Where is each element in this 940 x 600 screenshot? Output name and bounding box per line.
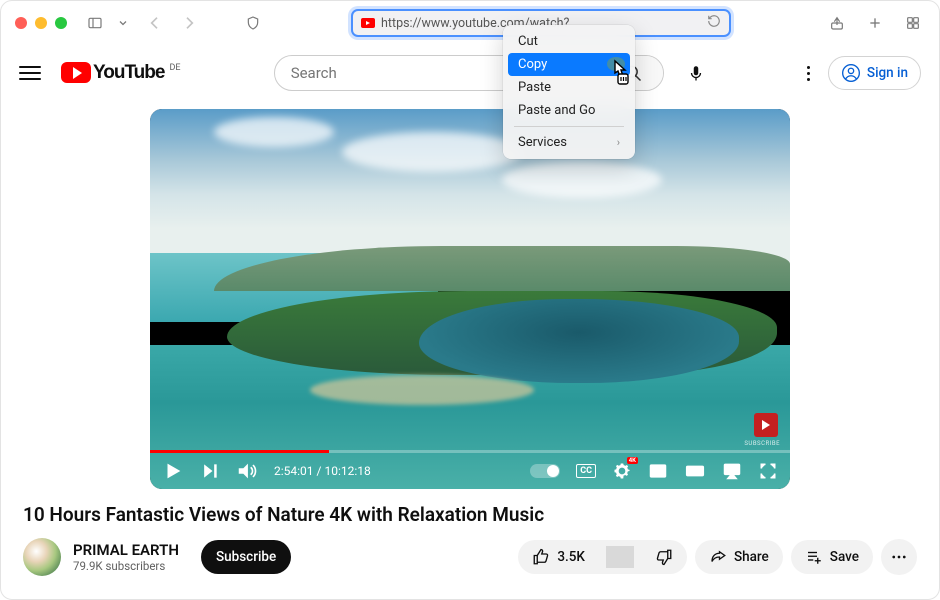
subscribe-button[interactable]: Subscribe <box>201 540 291 574</box>
youtube-settings-menu-button[interactable] <box>807 66 810 81</box>
youtube-header: YouTube DE Sign in <box>1 45 939 101</box>
window-controls <box>15 17 67 29</box>
video-title: 10 Hours Fantastic Views of Nature 4K wi… <box>23 503 917 526</box>
next-button[interactable] <box>200 461 220 481</box>
context-menu: Cut Copy Paste Paste and Go Services› <box>503 25 635 159</box>
thumbs-up-icon <box>532 548 550 566</box>
minimize-window-button[interactable] <box>35 17 47 29</box>
channel-watermark-icon[interactable] <box>754 413 778 437</box>
chevron-right-icon: › <box>617 136 620 149</box>
video-info-section: 10 Hours Fantastic Views of Nature 4K wi… <box>1 489 939 590</box>
user-icon <box>841 63 861 83</box>
share-icon <box>709 548 727 566</box>
more-horizontal-icon <box>890 548 908 566</box>
context-menu-copy[interactable]: Copy <box>508 53 630 76</box>
channel-watermark-label: SUBSCRIBE <box>744 440 780 447</box>
next-icon <box>200 461 220 481</box>
save-video-button[interactable]: Save <box>791 540 873 574</box>
video-player[interactable]: SUBSCRIBE 2:54:01 / 10:12:18 CC 4K <box>150 109 790 489</box>
quality-badge: 4K <box>627 457 638 464</box>
play-icon <box>162 460 184 482</box>
like-button[interactable]: 3.5K <box>518 540 599 574</box>
settings-button[interactable]: 4K <box>612 461 632 481</box>
time-display: 2:54:01 / 10:12:18 <box>274 464 371 478</box>
like-dislike-group: 3.5K <box>518 540 687 574</box>
theater-mode-button[interactable] <box>684 460 706 482</box>
privacy-shield-icon[interactable] <box>241 11 265 35</box>
video-thumbnail <box>150 109 790 489</box>
miniplayer-icon <box>648 461 668 481</box>
back-button[interactable] <box>143 11 167 35</box>
volume-icon <box>236 460 258 482</box>
player-controls: 2:54:01 / 10:12:18 CC 4K <box>150 453 790 489</box>
autoplay-toggle[interactable] <box>530 464 560 478</box>
youtube-region-label: DE <box>169 63 180 73</box>
video-meta-row: PRIMAL EARTH 79.9K subscribers Subscribe… <box>23 538 917 576</box>
tab-dropdown-button[interactable] <box>117 11 129 35</box>
channel-subscriber-count: 79.9K subscribers <box>73 559 179 573</box>
close-window-button[interactable] <box>15 17 27 29</box>
youtube-logo-text: YouTube <box>93 62 164 84</box>
fullscreen-button[interactable] <box>758 461 778 481</box>
share-button[interactable] <box>825 11 849 35</box>
airplay-button[interactable] <box>722 461 742 481</box>
youtube-logo-icon <box>61 62 91 83</box>
reload-button[interactable] <box>707 14 721 32</box>
gear-icon <box>612 461 632 481</box>
new-tab-button[interactable] <box>863 11 887 35</box>
share-video-button[interactable]: Share <box>695 540 783 574</box>
theater-icon <box>684 460 706 482</box>
more-actions-button[interactable] <box>881 539 917 575</box>
context-menu-separator <box>514 126 624 127</box>
youtube-logo[interactable]: YouTube DE <box>61 62 180 84</box>
hamburger-menu-button[interactable] <box>19 62 41 84</box>
context-menu-cut[interactable]: Cut <box>508 30 630 53</box>
save-icon <box>805 548 823 566</box>
channel-avatar[interactable] <box>23 538 61 576</box>
captions-button[interactable]: CC <box>576 464 596 478</box>
voice-search-button[interactable] <box>678 55 714 91</box>
context-menu-paste-and-go[interactable]: Paste and Go <box>508 99 630 122</box>
site-favicon-icon <box>361 18 375 28</box>
miniplayer-button[interactable] <box>648 461 668 481</box>
context-menu-paste[interactable]: Paste <box>508 76 630 99</box>
sidebar-toggle-button[interactable] <box>83 11 107 35</box>
thumbs-down-icon <box>655 548 673 566</box>
zoom-window-button[interactable] <box>55 17 67 29</box>
context-menu-services[interactable]: Services› <box>508 131 630 154</box>
microphone-icon <box>687 64 705 82</box>
forward-button[interactable] <box>177 11 201 35</box>
sign-in-button[interactable]: Sign in <box>828 56 921 90</box>
safari-toolbar: https://www.youtube.com/watch? <box>1 1 939 45</box>
play-button[interactable] <box>162 460 184 482</box>
dislike-button[interactable] <box>641 540 687 574</box>
volume-button[interactable] <box>236 460 258 482</box>
tab-overview-button[interactable] <box>901 11 925 35</box>
fullscreen-icon <box>758 461 778 481</box>
airplay-icon <box>722 461 742 481</box>
channel-name[interactable]: PRIMAL EARTH <box>73 541 179 559</box>
